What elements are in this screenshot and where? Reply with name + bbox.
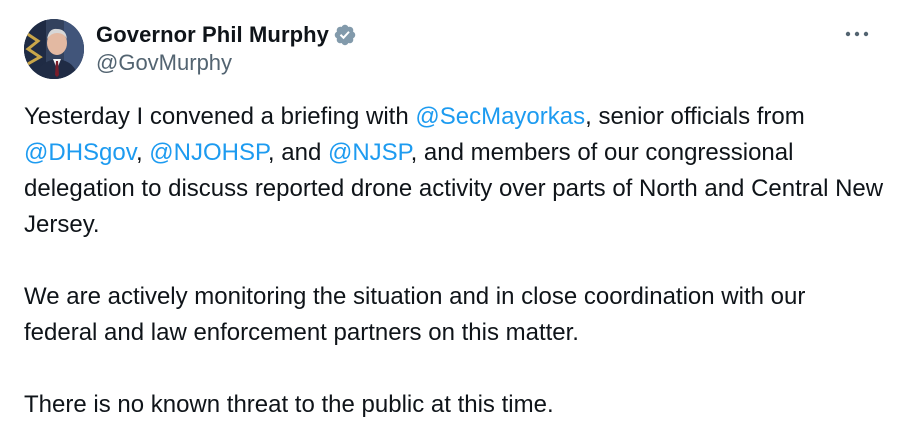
author-name-row: Governor Phil Murphy bbox=[96, 20, 357, 50]
mention-link-secmayorkas[interactable]: @SecMayorkas bbox=[415, 103, 585, 130]
mention-link-njsp[interactable]: @NJSP bbox=[328, 139, 411, 166]
mention-link-dhsgov[interactable]: @DHSgov bbox=[24, 139, 136, 166]
tweet-text: Yesterday I convened a briefing with @Se… bbox=[24, 99, 884, 423]
tweet-text-segment: Yesterday I convened a briefing with bbox=[24, 103, 416, 130]
tweet-text-segment: , and bbox=[267, 139, 328, 166]
author-handle[interactable]: @GovMurphy bbox=[96, 50, 232, 76]
tweet-text-segment: , senior officials from bbox=[585, 103, 805, 130]
tweet-paragraph-1: Yesterday I convened a briefing with @Se… bbox=[24, 99, 884, 243]
tweet-text-segment: , bbox=[135, 139, 150, 166]
avatar[interactable] bbox=[24, 19, 84, 79]
avatar-photo-icon bbox=[24, 19, 84, 79]
mention-link-njohsp[interactable]: @NJOHSP bbox=[149, 139, 268, 166]
tweet-paragraph-2: We are actively monitoring the situation… bbox=[24, 283, 806, 346]
more-options-button[interactable] bbox=[842, 22, 872, 46]
author-display-name[interactable]: Governor Phil Murphy bbox=[96, 22, 329, 48]
more-options-icon bbox=[845, 31, 869, 37]
tweet-paragraph-3: There is no known threat to the public a… bbox=[24, 391, 554, 418]
verified-badge-icon[interactable] bbox=[333, 23, 357, 47]
tweet-card: Governor Phil Murphy @GovMurphy Yesterda… bbox=[0, 0, 898, 424]
